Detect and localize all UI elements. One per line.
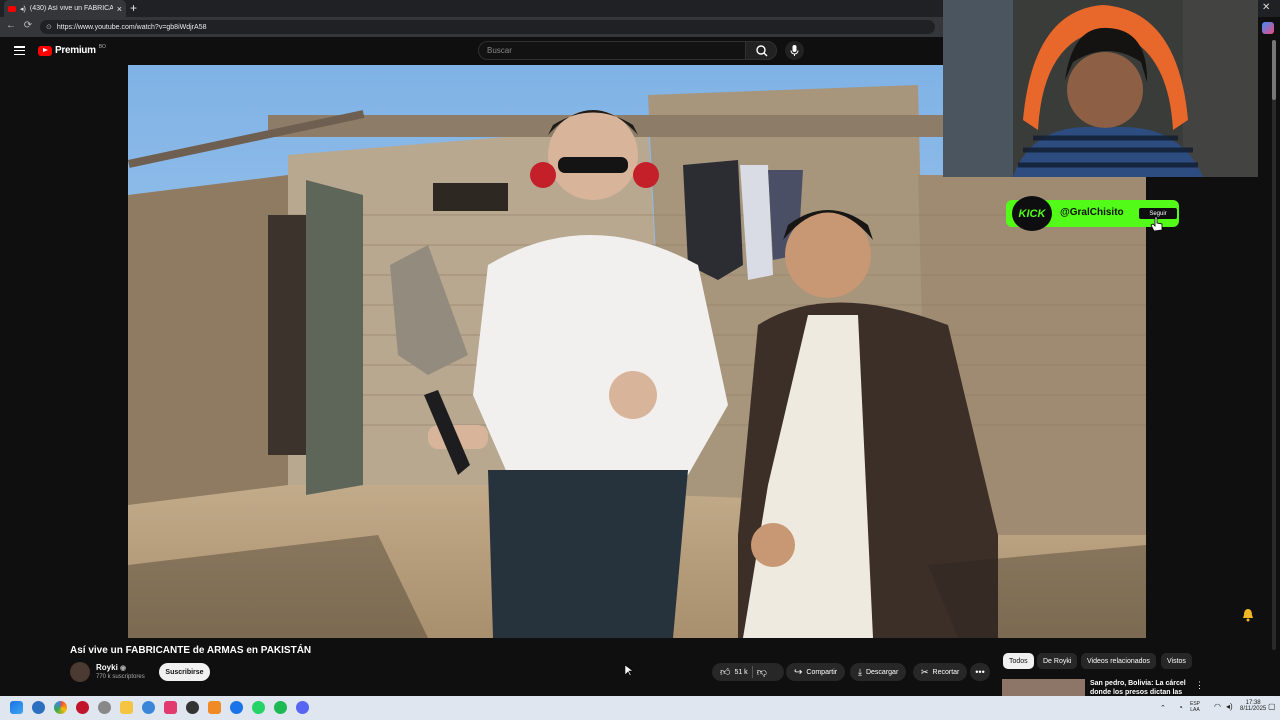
scissors-icon: ✂ — [921, 666, 929, 677]
back-icon[interactable]: ← — [2, 20, 20, 31]
like-divider — [751, 666, 753, 678]
address-bar: ← ⟳ ⊙ https://www.youtube.com/watch?v=gb… — [0, 17, 943, 37]
obs-icon[interactable] — [186, 701, 199, 714]
wifi-icon[interactable]: ◠ — [1214, 702, 1221, 711]
microphone-icon — [790, 45, 799, 56]
subscriber-count: 770 k suscriptores — [96, 674, 145, 680]
like-dislike-group: 👍︎ 51 k 👎︎ — [712, 663, 784, 681]
tray-chevron-icon[interactable]: ⌃ — [1160, 704, 1166, 712]
more-actions-button[interactable]: ••• — [970, 663, 990, 681]
search-icon — [756, 45, 768, 57]
recommended-title[interactable]: San pedro, Bolivia: La cárcel donde los … — [1090, 679, 1190, 696]
chip-all[interactable]: Todos — [1003, 653, 1034, 669]
mouse-pointer-icon — [625, 665, 633, 677]
download-button[interactable]: ⤓ Descargar — [850, 663, 907, 681]
tab-title: (430) Así vive un FABRICANTE — [29, 5, 113, 12]
share-label: Compartir — [806, 668, 838, 676]
youtube-play-icon — [38, 45, 52, 56]
country-code: BO — [98, 43, 106, 50]
shield-app-icon[interactable] — [32, 701, 45, 714]
browser-tab[interactable]: ◂) (430) Así vive un FABRICANTE × — [4, 0, 126, 17]
channel-name-text: Royki — [96, 663, 118, 672]
url-text: https://www.youtube.com/watch?v=gb8iWdjr… — [56, 23, 207, 31]
discord-icon[interactable] — [296, 701, 309, 714]
recommended-thumbnail[interactable] — [1002, 679, 1085, 696]
search-button[interactable] — [745, 41, 777, 60]
dislike-button[interactable]: 👎︎ — [757, 666, 767, 678]
channel-name[interactable]: Royki ◉ — [96, 663, 126, 672]
voice-search-button[interactable] — [785, 41, 804, 60]
chrome-active-icon[interactable] — [230, 701, 243, 714]
youtube-favicon-icon — [8, 5, 16, 12]
speaker-icon: ◂) — [20, 5, 26, 13]
close-window-icon[interactable]: ✕ — [1262, 2, 1270, 13]
capcut-icon[interactable] — [164, 701, 177, 714]
tray-app-icon[interactable]: ◔ — [1178, 703, 1183, 712]
clip-button[interactable]: ✂ Recortar — [913, 663, 968, 681]
thumbs-up-icon: 👍︎ — [720, 667, 731, 678]
file-explorer-icon[interactable] — [120, 701, 133, 714]
youtube-header: Premium BO Buscar — [0, 37, 943, 65]
video-title: Así vive un FABRICANTE de ARMAS en PAKIS… — [70, 645, 312, 656]
chip-related[interactable]: Videos relacionados — [1081, 653, 1156, 669]
kick-logo-badge: KICK — [1012, 196, 1052, 231]
spotify-icon[interactable] — [274, 701, 287, 714]
scrollbar[interactable] — [1272, 40, 1276, 650]
share-button[interactable]: ↪ Compartir — [786, 663, 846, 681]
hamburger-menu-icon[interactable] — [14, 46, 25, 55]
channel-avatar[interactable] — [70, 662, 90, 682]
download-label: Descargar — [865, 668, 899, 676]
new-tab-icon[interactable]: + — [130, 1, 137, 15]
settings-gear-icon[interactable] — [98, 701, 111, 714]
like-count: 51 k — [734, 668, 748, 676]
language-layout: LAA — [1190, 707, 1200, 713]
edge-icon[interactable] — [142, 701, 155, 714]
clock[interactable]: 17:38 8/11/2025 — [1240, 700, 1266, 712]
subscribe-button[interactable]: Suscribirse — [159, 663, 210, 681]
hand-cursor-icon — [1150, 216, 1163, 232]
copilot-icon[interactable] — [1262, 22, 1274, 34]
opera-icon[interactable] — [76, 701, 89, 714]
webcam-frame — [943, 0, 1258, 177]
reload-icon[interactable]: ⟳ — [19, 20, 37, 31]
download-icon: ⤓ — [858, 666, 862, 677]
verified-icon: ◉ — [120, 665, 127, 672]
notifications-icon[interactable]: ▢ — [1268, 702, 1276, 711]
kick-handle: @GralChisito — [1060, 207, 1124, 218]
site-info-icon[interactable]: ⊙ — [46, 23, 52, 31]
illustrator-icon[interactable] — [208, 701, 221, 714]
whatsapp-icon[interactable] — [252, 701, 265, 714]
close-tab-icon[interactable]: × — [117, 4, 122, 14]
chip-watched[interactable]: Vistos — [1161, 653, 1192, 669]
search-input[interactable]: Buscar — [478, 41, 746, 60]
thumbs-down-icon: 👎︎ — [756, 667, 767, 678]
windows-taskbar: ⌃ ◔ ESP LAA ◠ ◂) 17:38 8/11/2025 ▢ — [0, 696, 1280, 720]
more-horizontal-icon: ••• — [975, 667, 985, 677]
scrollbar-thumb[interactable] — [1272, 40, 1276, 100]
share-icon: ↪ — [794, 666, 803, 678]
recommended-more-icon[interactable]: ⋮ — [1195, 680, 1204, 691]
kick-logo-text: KICK — [1018, 207, 1046, 220]
brand-text: Premium — [55, 45, 96, 56]
chip-from-channel[interactable]: De Royki — [1037, 653, 1078, 669]
clock-date: 8/11/2025 — [1240, 706, 1267, 712]
chrome-icon[interactable] — [54, 701, 67, 714]
streamer-webcam — [943, 0, 1258, 177]
language-indicator[interactable]: ESP LAA — [1190, 701, 1200, 713]
volume-icon[interactable]: ◂) — [1226, 702, 1233, 711]
like-button[interactable]: 👍︎ 51 k — [720, 666, 748, 678]
bell-icon[interactable] — [1241, 608, 1255, 622]
youtube-premium-logo[interactable]: Premium BO — [38, 43, 106, 56]
url-field[interactable]: ⊙ https://www.youtube.com/watch?v=gb8iWd… — [40, 20, 935, 34]
clip-label: Recortar — [932, 668, 960, 676]
windows-start-icon[interactable] — [10, 701, 23, 714]
